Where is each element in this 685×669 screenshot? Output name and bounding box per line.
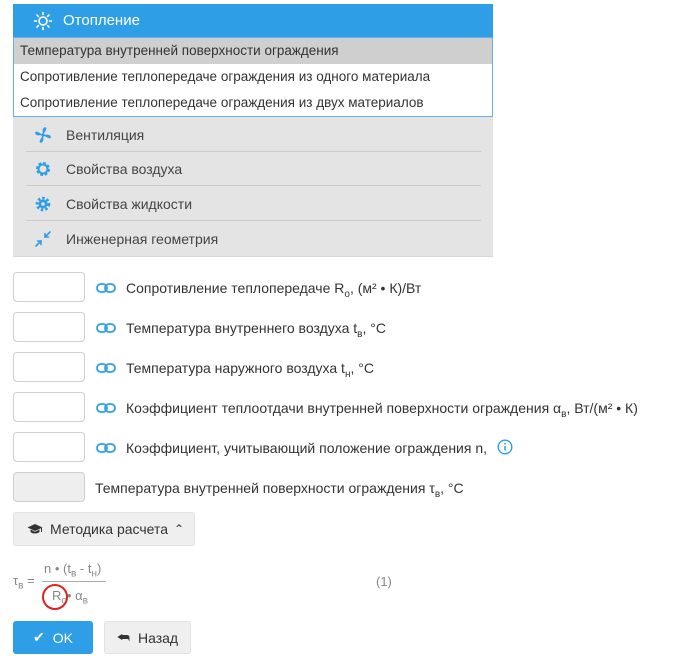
heat-transfer-coefficient-label: Коэффициент теплоотдачи внутренней повер… — [126, 400, 638, 420]
surface-temperature-output — [13, 472, 85, 502]
submenu-item-two-material-resistance[interactable]: Сопротивление теплопередаче ограждения и… — [14, 90, 492, 116]
check-icon: ✔ — [33, 629, 45, 645]
gear-icon — [34, 160, 52, 178]
chevron-up-icon: ⌃ — [174, 522, 185, 536]
inner-air-temperature-input[interactable] — [13, 312, 85, 342]
info-icon[interactable] — [497, 439, 513, 455]
resistance-input[interactable] — [13, 272, 85, 302]
category-menu: Вентиляция Свойства воздуха Свойства жид… — [13, 117, 493, 257]
fraction-bar — [42, 581, 106, 582]
menu-item-ventilation-label: Вентиляция — [66, 126, 145, 143]
outer-air-temperature-input[interactable] — [13, 352, 85, 382]
menu-item-ventilation[interactable]: Вентиляция — [26, 118, 481, 152]
calculation-method-label: Методика расчета — [50, 521, 169, 537]
heat-transfer-coefficient-input[interactable] — [13, 392, 85, 422]
link-icon[interactable] — [96, 282, 116, 294]
link-icon[interactable] — [96, 322, 116, 334]
link-icon[interactable] — [96, 402, 116, 414]
menu-item-liquid-properties[interactable]: Свойства жидкости — [26, 187, 481, 221]
graduation-cap-icon — [27, 523, 43, 535]
back-arrow-icon: ⮪ — [116, 629, 130, 645]
heating-menu-header[interactable]: Отопление — [13, 4, 493, 37]
inner-air-temperature-label: Температура внутреннего воздуха tв, °С — [126, 320, 386, 340]
heating-submenu-dropdown: Температура внутренней поверхности ограж… — [13, 37, 493, 117]
menu-item-air-properties-label: Свойства воздуха — [66, 160, 183, 177]
menu-item-engineering-geometry-label: Инженерная геометрия — [66, 231, 219, 247]
formula-numerator: n • (tв - tн) — [44, 561, 102, 580]
back-button[interactable]: ⮪ Назад — [104, 621, 191, 654]
resistance-label: Сопротивление теплопередаче Rо, (м² • К)… — [126, 280, 422, 300]
menu-item-air-properties[interactable]: Свойства воздуха — [26, 152, 481, 186]
calculation-method-button[interactable]: Методика расчета ⌃ — [13, 512, 195, 546]
position-coefficient-label: Коэффициент, учитывающий положение ограж… — [126, 439, 513, 456]
link-icon[interactable] — [96, 362, 116, 374]
link-icon[interactable] — [96, 442, 116, 454]
position-coefficient-input[interactable] — [13, 432, 85, 462]
fan-icon — [34, 126, 52, 144]
submenu-item-surface-temperature[interactable]: Температура внутренней поверхности ограж… — [14, 38, 492, 64]
highlight-circle — [42, 584, 68, 610]
back-button-label: Назад — [137, 629, 179, 646]
outer-air-temperature-label: Температура наружного воздуха tн, °С — [126, 360, 374, 380]
menu-item-engineering-geometry[interactable]: Инженерная геометрия — [26, 222, 481, 256]
surface-temperature-label: Температура внутренней поверхности ограж… — [95, 480, 464, 500]
gear-icon — [34, 195, 52, 213]
formula-number: (1) — [376, 574, 392, 589]
heating-menu-title: Отопление — [63, 12, 140, 29]
ok-button-label: OK — [52, 629, 73, 646]
ok-button[interactable]: ✔ OK — [13, 621, 93, 654]
menu-item-liquid-properties-label: Свойства жидкости — [66, 195, 193, 212]
submenu-item-single-material-resistance[interactable]: Сопротивление теплопередаче ограждения и… — [14, 64, 492, 90]
compress-arrows-icon — [34, 230, 52, 248]
sun-icon — [33, 11, 53, 31]
formula-lhs: τв = — [13, 573, 35, 592]
